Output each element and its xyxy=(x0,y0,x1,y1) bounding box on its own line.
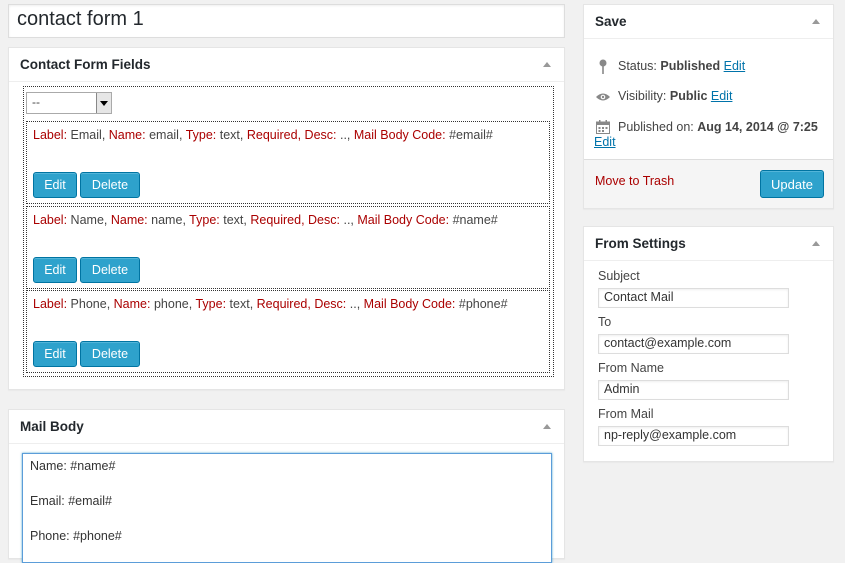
delete-field-button[interactable]: Delete xyxy=(80,172,140,198)
from-name-label: From Name xyxy=(598,361,664,375)
collapse-toggle-icon[interactable] xyxy=(812,19,820,24)
collapse-toggle-icon[interactable] xyxy=(812,241,820,246)
edit-visibility-link[interactable]: Edit xyxy=(711,89,733,103)
to-label: To xyxy=(598,315,612,329)
mail-body-box: Mail Body Name: #name# Email: #email# Ph… xyxy=(8,409,565,563)
collapse-toggle-icon[interactable] xyxy=(543,424,551,429)
field-description: Label: Email, Name: email, Type: text, R… xyxy=(33,128,493,142)
published-value: Aug 14, 2014 @ 7:25 xyxy=(697,120,818,134)
from-mail-label: From Mail xyxy=(598,407,654,421)
field-type-select[interactable]: -- xyxy=(26,92,112,114)
pin-icon xyxy=(594,59,612,75)
from-settings-header[interactable]: From Settings xyxy=(584,227,833,261)
post-title-input[interactable]: contact form 1 xyxy=(8,4,565,38)
status-label: Status: xyxy=(618,59,657,73)
field-type-select-value: -- xyxy=(32,95,40,109)
from-settings-title: From Settings xyxy=(595,236,686,251)
delete-field-button[interactable]: Delete xyxy=(80,341,140,367)
calendar-icon xyxy=(594,119,612,135)
mail-body-header[interactable]: Mail Body xyxy=(9,410,564,444)
save-title: Save xyxy=(595,14,627,29)
mail-body-textarea[interactable]: Name: #name# Email: #email# Phone: #phon… xyxy=(22,453,552,563)
contact-form-fields-box: Contact Form Fields -- Label: Email, Nam… xyxy=(8,47,565,390)
visibility-row: Visibility: Public Edit xyxy=(594,89,732,105)
update-button[interactable]: Update xyxy=(760,170,824,198)
field-description: Label: Phone, Name: phone, Type: text, R… xyxy=(33,297,508,311)
mail-body-title: Mail Body xyxy=(20,419,84,434)
edit-status-link[interactable]: Edit xyxy=(724,59,746,73)
visibility-label: Visibility: xyxy=(618,89,667,103)
edit-published-link[interactable]: Edit xyxy=(594,135,616,149)
move-to-trash-link[interactable]: Move to Trash xyxy=(595,174,674,188)
edit-field-button[interactable]: Edit xyxy=(33,341,77,367)
status-row: Status: Published Edit xyxy=(594,59,745,75)
fields-container: -- Label: Email, Name: email, Type: text… xyxy=(23,86,554,377)
edit-field-button[interactable]: Edit xyxy=(33,257,77,283)
chevron-down-icon[interactable] xyxy=(96,93,111,113)
published-row: Published on: Aug 14, 2014 @ 7:25 Edit xyxy=(594,119,824,149)
field-description: Label: Name, Name: name, Type: text, Req… xyxy=(33,213,498,227)
save-header[interactable]: Save xyxy=(584,5,833,39)
to-input[interactable]: contact@example.com xyxy=(598,334,789,354)
contact-form-fields-title: Contact Form Fields xyxy=(20,57,151,72)
field-row-name: Label: Name, Name: name, Type: text, Req… xyxy=(26,206,550,289)
delete-field-button[interactable]: Delete xyxy=(80,257,140,283)
save-actions: Move to Trash Update xyxy=(584,159,833,208)
contact-form-fields-header[interactable]: Contact Form Fields xyxy=(9,48,564,82)
field-row-email: Label: Email, Name: email, Type: text, R… xyxy=(26,121,550,204)
subject-label: Subject xyxy=(598,269,640,283)
mail-body-line: Phone: #phone# xyxy=(30,529,122,543)
mail-body-line: Name: #name# xyxy=(30,459,116,473)
published-label: Published on: xyxy=(618,120,694,134)
mail-body-line: Email: #email# xyxy=(30,494,112,508)
edit-field-button[interactable]: Edit xyxy=(33,172,77,198)
from-mail-input[interactable]: np-reply@example.com xyxy=(598,426,789,446)
save-box: Save Status: Published Edit Visibility: … xyxy=(583,4,834,209)
visibility-value: Public xyxy=(669,89,708,103)
status-value: Published xyxy=(660,59,721,73)
collapse-toggle-icon[interactable] xyxy=(543,62,551,67)
field-row-phone: Label: Phone, Name: phone, Type: text, R… xyxy=(26,290,550,373)
subject-input[interactable]: Contact Mail xyxy=(598,288,789,308)
from-name-input[interactable]: Admin xyxy=(598,380,789,400)
from-settings-box: From Settings Subject Contact Mail To co… xyxy=(583,226,834,462)
eye-icon xyxy=(594,89,612,105)
